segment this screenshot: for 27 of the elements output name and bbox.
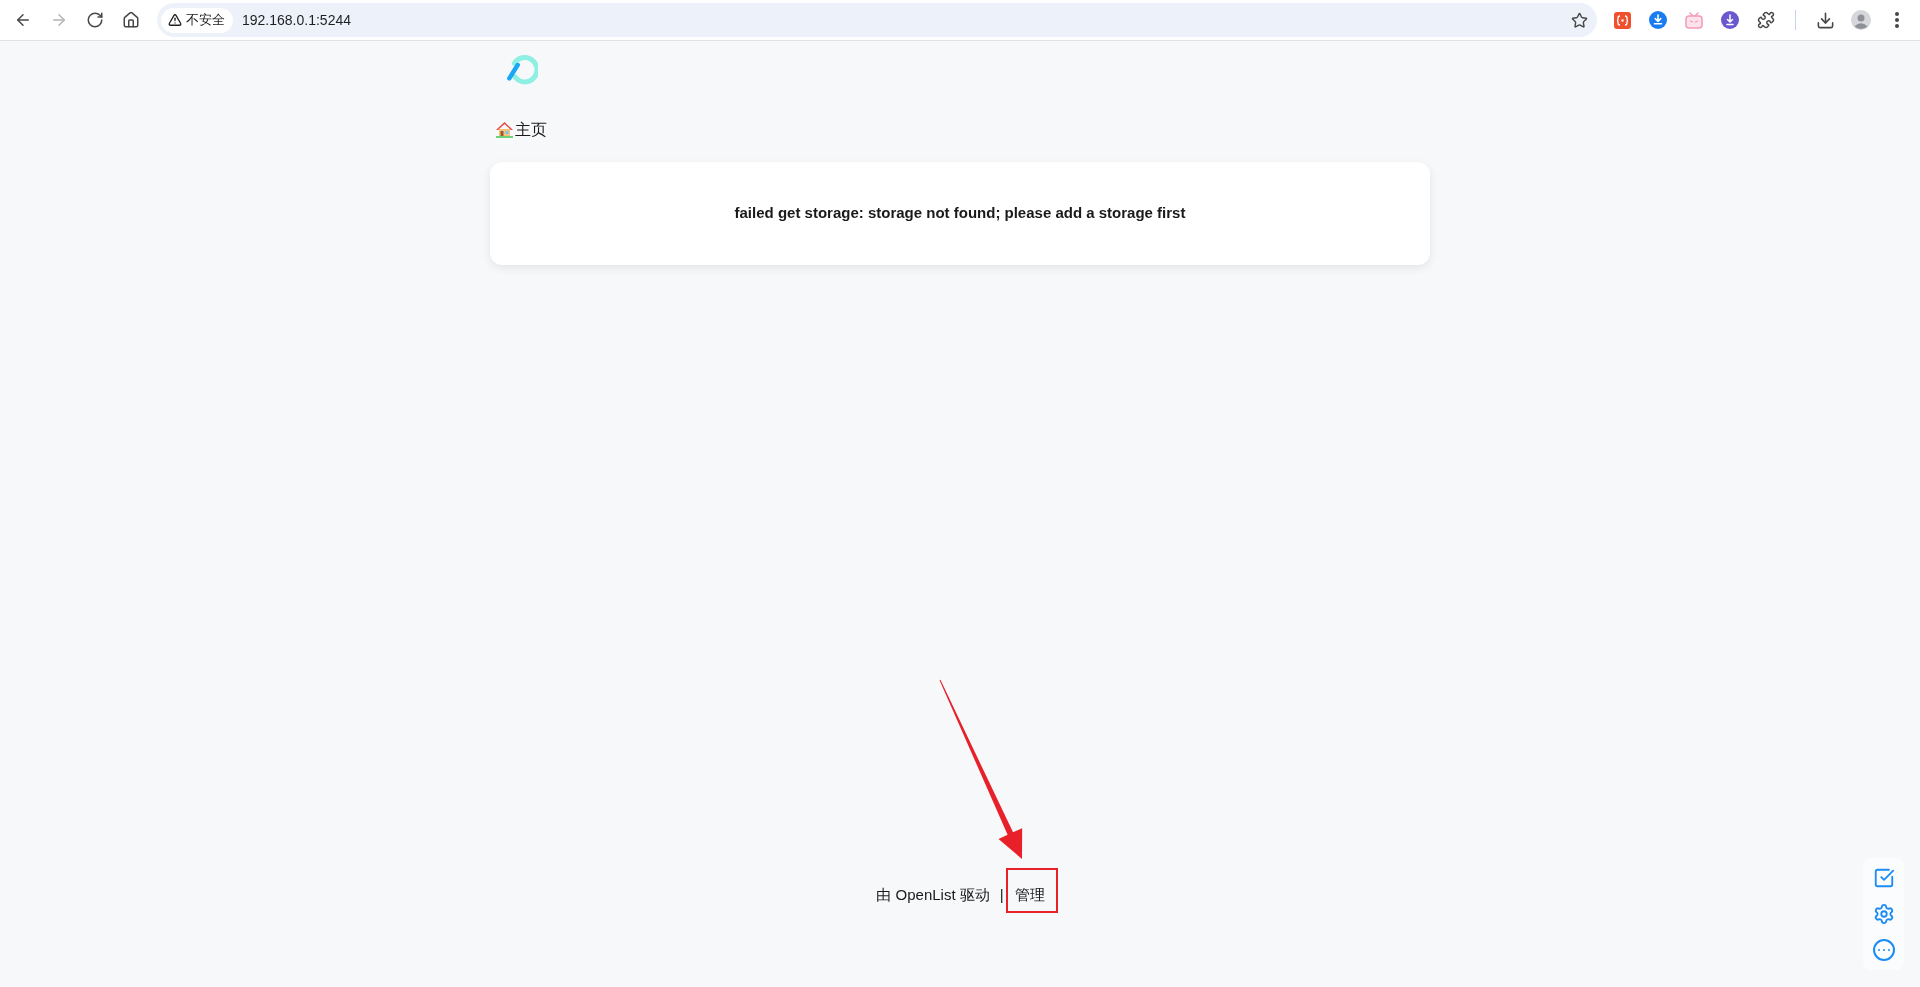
download-icon [1815,10,1835,30]
puzzle-icon [1757,11,1775,29]
security-chip[interactable]: 不安全 [161,7,233,33]
download-circle-icon [1649,11,1667,29]
error-message: failed get storage: storage not found; please add a storage first [734,203,1186,224]
menu-icon [1895,12,1899,28]
more-button[interactable] [1871,938,1896,962]
url-text: 192.168.0.1:5244 [242,10,351,30]
checkbox-icon [1872,867,1895,889]
warning-icon [168,13,182,27]
powered-by-text: 由 OpenList 驱动 [876,885,990,905]
forward-arrow-icon [50,11,68,29]
breadcrumb-link[interactable]: 主页 [496,118,547,142]
more-icon [1871,938,1896,962]
separator-text: | [999,885,1004,905]
braces-icon [1613,11,1631,29]
star-icon [1570,11,1588,29]
avatar-icon [1851,10,1871,30]
house-icon [496,122,513,138]
admin-link[interactable]: 管理 [1014,885,1045,905]
tv-icon [1685,11,1703,29]
settings-icon [1872,903,1895,925]
logo-icon [504,55,538,85]
reload-icon [86,11,104,29]
address-bar[interactable]: 不安全 192.168.0.1:5244 [157,3,1597,37]
home-icon [122,11,140,29]
circle-emblem-icon [1721,11,1739,29]
